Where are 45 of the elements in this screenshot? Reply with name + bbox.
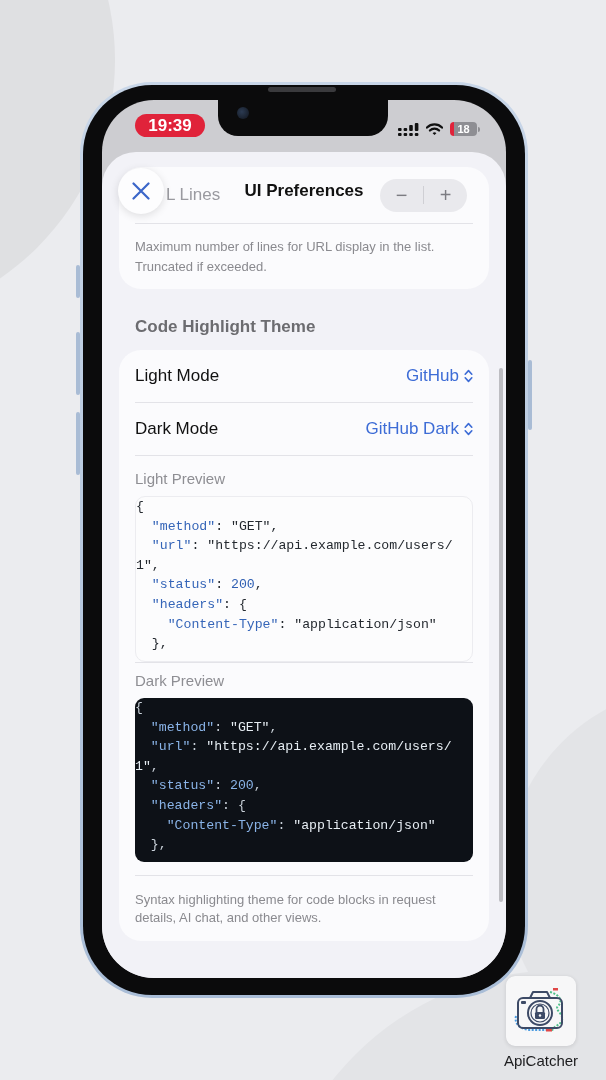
increment-button[interactable]: +	[424, 178, 467, 212]
signal-icon	[398, 122, 419, 136]
footnote-text: Maximum number of lines for URL display in the list. Truncated if exceeded.	[134, 238, 436, 276]
row-label: L Lines	[166, 185, 221, 205]
code-line: "method": "GET",	[149, 718, 279, 737]
speaker-grille	[268, 87, 336, 92]
code-line: {	[136, 498, 145, 516]
wifi-icon	[426, 123, 443, 135]
sheet-title: UI Preferences	[244, 180, 364, 202]
code-line: "method": "GET",	[150, 517, 280, 536]
side-key	[76, 265, 80, 298]
code-line: 1",	[135, 757, 160, 776]
row-label: Dark Mode	[135, 419, 219, 439]
side-key	[76, 332, 80, 395]
code-line: },	[150, 635, 169, 654]
code-line: "status": 200,	[149, 777, 263, 796]
footnote-text: Syntax highlighting theme for code blocks in request details, AI chat, and other views.	[135, 891, 437, 927]
code-line: },	[149, 836, 168, 855]
theme-picker[interactable]: GitHub Dark	[365, 419, 473, 439]
side-key	[76, 412, 80, 475]
decrement-button[interactable]: −	[380, 178, 423, 212]
code-line: "headers": {	[150, 595, 248, 614]
code-line: 1",	[136, 556, 161, 575]
row-label: Light Mode	[135, 366, 220, 386]
preview-label: Dark Preview	[135, 671, 226, 691]
code-line: "status": 200,	[150, 576, 264, 595]
close-icon	[132, 182, 150, 200]
battery-indicator: 18	[450, 122, 480, 136]
camera-padlock-icon	[506, 976, 576, 1046]
status-time: 19:39	[135, 114, 205, 137]
app-name: ApiCatcher	[503, 1052, 579, 1070]
code-line: "Content-Type": "application/json"	[166, 615, 438, 634]
code-line: "Content-Type": "application/json"	[165, 816, 437, 835]
code-line: "url": "https://api.example.com/users/	[149, 738, 453, 757]
chevron-up-down-icon	[464, 369, 473, 383]
code-line: "url": "https://api.example.com/users/	[150, 537, 454, 556]
camera-lens-icon	[237, 107, 249, 119]
stepper[interactable]: − +	[380, 178, 467, 212]
preview-label: Light Preview	[135, 469, 227, 489]
code-line: {	[135, 699, 144, 717]
theme-picker[interactable]: GitHub	[406, 366, 473, 386]
code-line: "headers": {	[149, 796, 247, 815]
section-header: Code Highlight Theme	[135, 316, 317, 338]
chevron-up-down-icon	[464, 422, 473, 436]
side-key	[528, 360, 532, 430]
